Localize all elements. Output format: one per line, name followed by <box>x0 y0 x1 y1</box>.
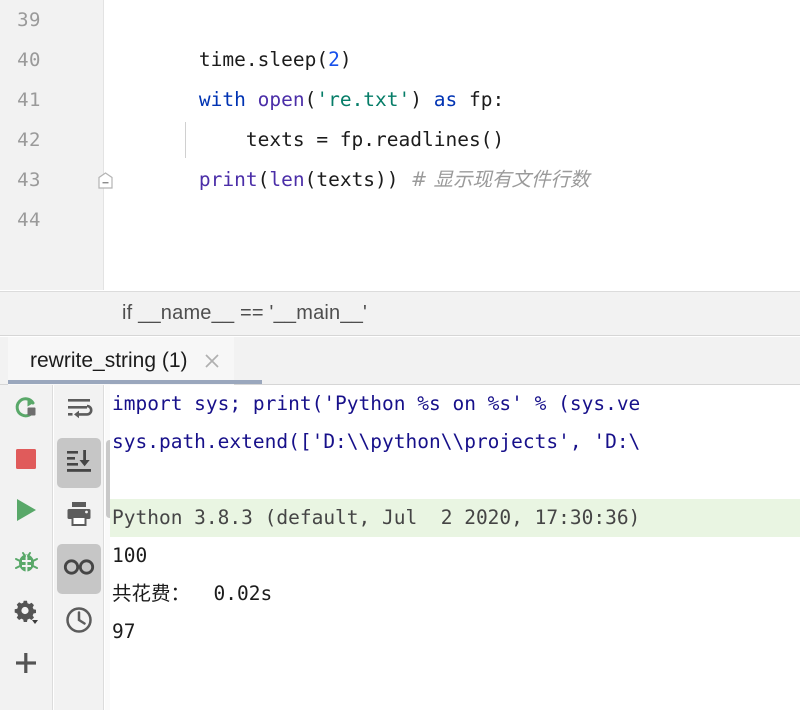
print-button[interactable] <box>56 491 102 541</box>
code-token: with <box>105 88 258 111</box>
clock-icon <box>64 605 94 640</box>
code-line-41: with open('re.txt') as fp: <box>105 80 800 120</box>
run-icon <box>12 496 40 529</box>
scroll-to-end-button[interactable] <box>56 438 101 488</box>
line-number: 44 <box>17 209 41 231</box>
debug-button[interactable] <box>3 538 49 589</box>
code-line-40: time.sleep(2) <box>105 40 800 80</box>
console-line-sysinfo: Python 3.8.3 (default, Jul 2 2020, 17:30… <box>110 499 800 537</box>
code-token: ) <box>339 48 352 71</box>
code-token: 're.txt' <box>316 88 411 111</box>
run-console-panel: import sys; print('Python %s on %s' % (s… <box>0 385 800 710</box>
run-button[interactable] <box>3 487 49 538</box>
code-editor[interactable]: 39 40 41 42 43 44 time.sleep(2) with ope… <box>0 0 800 290</box>
console-tab-strip[interactable]: rewrite_string (1) <box>0 337 800 385</box>
plus-icon <box>13 650 39 681</box>
console-output[interactable]: import sys; print('Python %s on %s' % (s… <box>110 385 800 710</box>
stop-button[interactable] <box>3 436 49 487</box>
close-icon[interactable] <box>202 351 222 371</box>
code-comment: # 显示现有文件行数 <box>398 168 590 191</box>
code-token: ( <box>257 168 270 191</box>
bug-icon <box>13 548 40 580</box>
code-line-43: print(len(texts)) # 显示现有文件行数 <box>105 160 800 200</box>
code-line-42: texts = fp.readlines() <box>105 120 800 160</box>
console-left-toolbar[interactable] <box>0 385 53 710</box>
code-token: texts = fp.readlines() <box>105 128 505 151</box>
code-text-area[interactable]: time.sleep(2) with open('re.txt') as fp:… <box>105 0 800 290</box>
rerun-button[interactable] <box>3 385 49 436</box>
breadcrumb[interactable]: if __name__ == '__main__' <box>0 291 800 336</box>
code-token: open <box>257 88 305 111</box>
scroll-to-end-icon <box>64 446 94 481</box>
console-second-toolbar[interactable] <box>54 385 104 710</box>
console-line: 共花费： 0.02s <box>112 582 273 605</box>
console-line: import sys; print('Python %s on %s' % (s… <box>112 392 641 415</box>
tab-selection-underline <box>8 380 262 384</box>
tab-label: rewrite_string (1) <box>30 349 188 372</box>
console-line: sys.path.extend(['D:\\python\\projects',… <box>112 430 641 453</box>
stop-icon <box>13 446 39 477</box>
editor-gutter[interactable]: 39 40 41 42 43 44 <box>0 0 104 290</box>
tab-rewrite-string[interactable]: rewrite_string (1) <box>8 337 234 385</box>
line-number: 40 <box>17 49 41 71</box>
code-token: as <box>433 88 458 111</box>
code-token: len <box>269 168 305 191</box>
line-number: 42 <box>17 129 41 151</box>
fold-collapse-icon[interactable] <box>98 172 113 189</box>
line-number: 43 <box>17 169 41 191</box>
code-token: ( <box>304 88 317 111</box>
console-line: 97 <box>112 620 136 643</box>
code-token: time.sleep( <box>105 48 329 71</box>
settings-button[interactable] <box>3 589 49 640</box>
soft-wrap-button[interactable] <box>56 385 102 435</box>
rerun-icon <box>12 394 40 427</box>
code-token: fp: <box>457 88 505 111</box>
breadcrumb-label: if __name__ == '__main__' <box>122 302 368 324</box>
add-button[interactable] <box>3 640 49 691</box>
code-token: 2 <box>328 48 340 71</box>
console-line: 100 <box>112 544 148 567</box>
soft-wrap-icon <box>64 393 94 428</box>
code-token: ) <box>410 88 434 111</box>
indent-guide <box>185 122 186 158</box>
code-token: print <box>105 168 258 191</box>
code-token: (texts)) <box>304 168 399 191</box>
print-icon <box>64 499 94 534</box>
line-number: 41 <box>17 89 41 111</box>
pycharm-window: 39 40 41 42 43 44 time.sleep(2) with ope… <box>0 0 800 710</box>
line-number: 39 <box>17 9 41 31</box>
history-button[interactable] <box>56 597 102 647</box>
toggle-view-button[interactable] <box>56 544 101 594</box>
gear-icon <box>11 597 41 632</box>
glasses-icon <box>63 555 95 584</box>
